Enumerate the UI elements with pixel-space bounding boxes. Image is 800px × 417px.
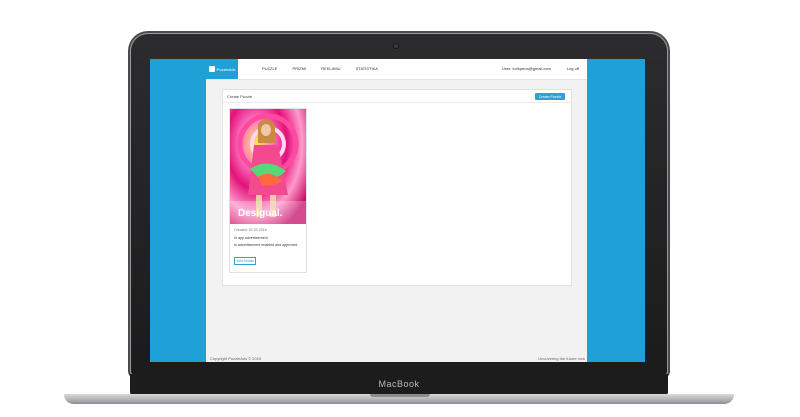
user-email[interactable]: User: lorikpena@gmail.com [502,66,551,71]
panel-divider [223,102,571,103]
panel-title: Create Puzzle [227,94,253,99]
create-puzzle-button[interactable]: Create Puzzle [535,93,565,100]
nav-item-reklamu[interactable]: REKLAMU [321,66,340,71]
main-panel: Create Puzzle Create Puzzle Desigual. Cr… [222,89,572,286]
footer-copyright: Copyright PuzzleAds © 2015 [210,356,262,361]
nav-item-statistika[interactable]: STATISTIKA [356,66,378,71]
puzzle-icon [208,66,215,72]
view-details-button[interactable]: View Details [234,257,256,265]
footer-tagline: Uncovering the future now [538,356,585,361]
logo-text: PuzzleAds [216,66,236,72]
logout-link[interactable]: Log off [567,66,579,71]
laptop-screen: PuzzleAds PUZZLE PRIZMI REKLAMU STATISTI… [150,59,645,362]
app-logo[interactable]: PuzzleAds [206,59,238,79]
laptop-base-notch [370,394,430,397]
nav-item-prizmi[interactable]: PRIZMI [292,66,306,71]
brand-logo: Desigual. [238,208,283,219]
card-image: Desigual. [230,109,306,224]
main-nav: PUZZLE PRIZMI REKLAMU STATISTIKA [262,66,392,71]
card-status-line: In app advertisement [234,236,268,240]
nav-item-puzzle[interactable]: PUZZLE [262,66,277,71]
device-brand: MacBook [378,379,420,389]
card-description-line: Is advertisement enabled and approved [234,243,298,247]
card-date: Created: 02.02.2016 [234,228,267,232]
app-topbar: PuzzleAds PUZZLE PRIZMI REKLAMU STATISTI… [206,59,587,80]
camera-icon [393,43,399,49]
puzzle-card[interactable]: Desigual. Created: 02.02.2016 In app adv… [229,108,307,273]
